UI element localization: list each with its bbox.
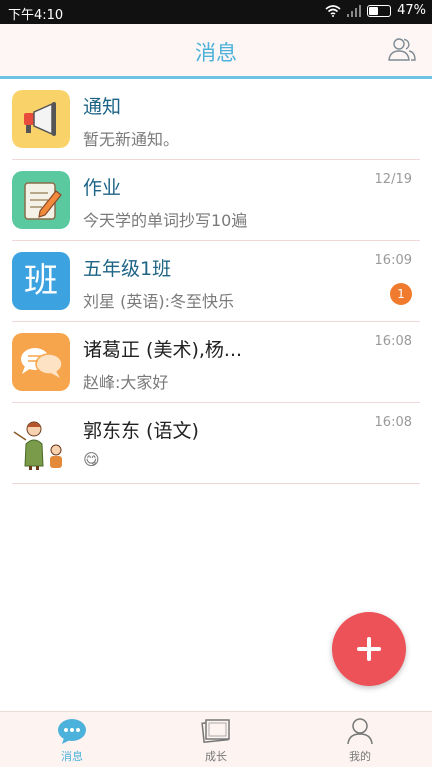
message-preview: 今天学的单词抄写10遍 (83, 211, 248, 230)
photos-icon (201, 719, 230, 744)
message-row-class[interactable]: 班 五年级1班 刘星 (英语):冬至快乐 16:09 1 (12, 241, 420, 322)
class-icon: 班 (12, 252, 70, 310)
tab-growth[interactable]: 成长 (144, 712, 288, 767)
tab-profile[interactable]: 我的 (288, 712, 432, 767)
message-row-teacher[interactable]: 郭东东 (语文) 😋 16:08 (12, 403, 420, 484)
message-name: 五年级1班 (83, 258, 172, 280)
add-button[interactable] (332, 612, 406, 686)
message-name: 通知 (83, 96, 122, 118)
message-time: 12/19 (374, 172, 412, 187)
message-time: 16:09 (374, 253, 412, 268)
signal-icon (347, 4, 362, 17)
status-bar: 下午4:10 47% (0, 0, 432, 24)
message-row-notice[interactable]: 通知 暂无新通知。 (12, 79, 420, 160)
message-name: 诸葛正 (美术),杨... (83, 339, 243, 361)
message-icon (58, 719, 86, 744)
page-title: 消息 (195, 41, 237, 65)
message-row-group[interactable]: 诸葛正 (美术),杨... 赵峰:大家好 16:08 (12, 322, 420, 403)
message-preview: 😋 (83, 450, 100, 469)
person-icon (347, 718, 373, 745)
message-time: 16:08 (374, 334, 412, 349)
chat-bubbles-icon (12, 333, 70, 391)
notepad-pencil-icon (12, 171, 70, 229)
message-time: 16:08 (374, 415, 412, 430)
teacher-avatar (12, 414, 70, 472)
message-list: 通知 暂无新通知。 作业 今天学的单词抄写10遍 12/19 班 五年级1班 刘… (0, 79, 432, 484)
tab-label: 我的 (349, 750, 371, 763)
message-preview: 刘星 (英语):冬至快乐 (83, 292, 234, 311)
tab-label: 消息 (61, 750, 83, 763)
message-preview: 暂无新通知。 (83, 130, 180, 149)
status-time: 下午4:10 (8, 8, 64, 23)
bottom-tab-bar: 消息 成长 我的 (0, 711, 432, 767)
message-row-homework[interactable]: 作业 今天学的单词抄写10遍 12/19 (12, 160, 420, 241)
message-preview: 赵峰:大家好 (83, 373, 169, 392)
header: 消息 (0, 24, 432, 79)
message-name: 郭东东 (语文) (83, 420, 199, 442)
megaphone-icon (12, 90, 70, 148)
unread-badge: 1 (390, 283, 412, 305)
contacts-icon[interactable] (388, 36, 416, 62)
tab-messages[interactable]: 消息 (0, 712, 144, 767)
message-name: 作业 (83, 177, 122, 199)
battery-level: 47% (397, 3, 426, 18)
tab-label: 成长 (205, 750, 227, 763)
battery-icon (367, 4, 392, 17)
wifi-icon (325, 4, 341, 17)
